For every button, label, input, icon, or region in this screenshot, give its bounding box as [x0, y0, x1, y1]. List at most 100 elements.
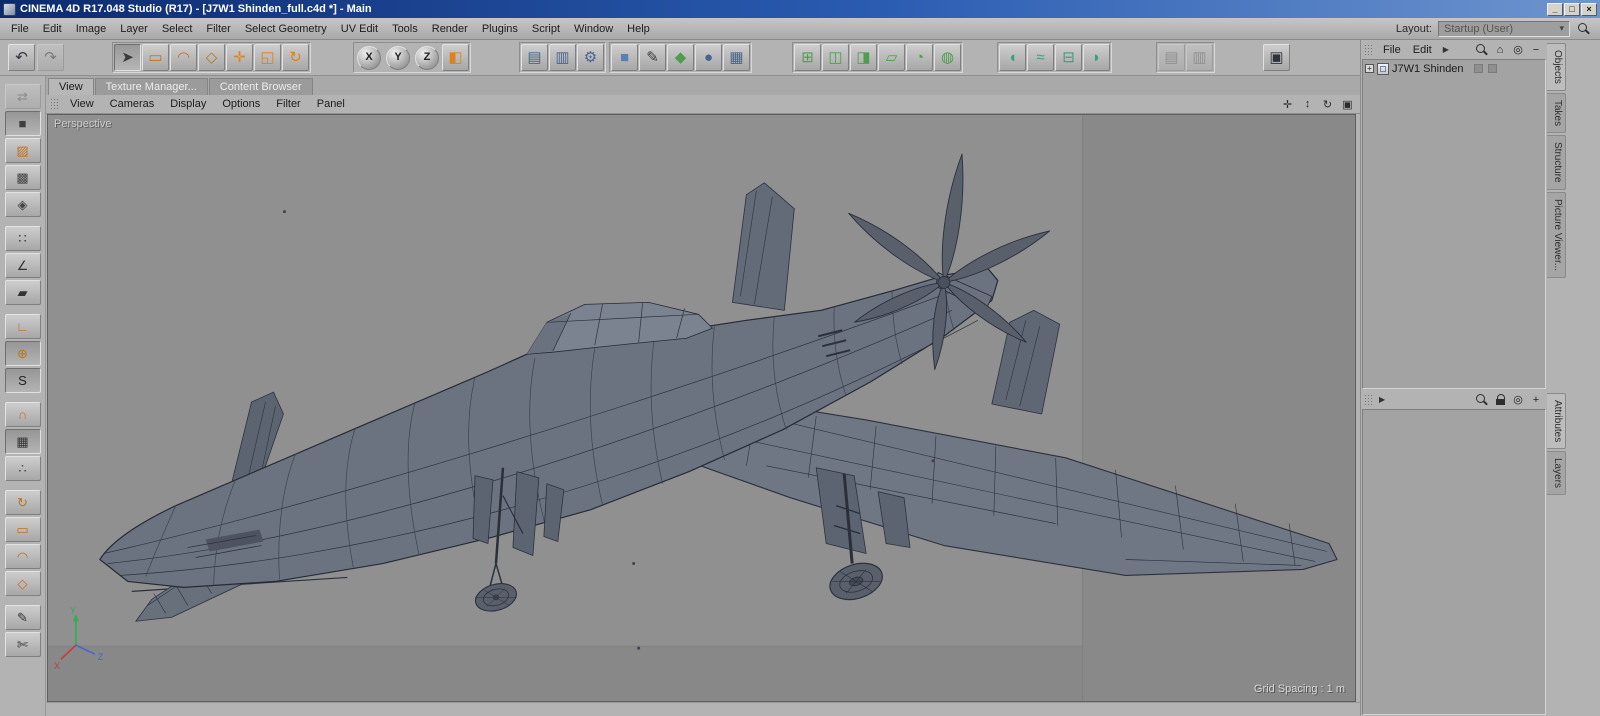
grid-snap-button[interactable]: ▦: [4, 429, 41, 454]
enable-axis-button[interactable]: ⊕: [4, 341, 41, 366]
tab-takes[interactable]: Takes: [1547, 92, 1566, 134]
camera-label[interactable]: Perspective: [54, 118, 111, 130]
panel-handle-icon[interactable]: [50, 98, 60, 110]
menu-item[interactable]: Render: [425, 20, 475, 38]
undo-button[interactable]: ↶: [8, 44, 35, 71]
viewport-canvas[interactable]: Y X Z: [48, 115, 1355, 701]
poly-select-button[interactable]: ◇: [4, 571, 41, 596]
tab-texture-manager[interactable]: Texture Manager...: [94, 78, 208, 95]
boole-button[interactable]: ◫: [822, 44, 849, 71]
floor-button[interactable]: ▦: [723, 44, 750, 71]
viewport-menu-item[interactable]: Options: [214, 96, 268, 112]
make-editable-button[interactable]: ⇄: [4, 84, 41, 109]
maximize-button[interactable]: □: [1564, 2, 1580, 16]
menu-item[interactable]: Filter: [199, 20, 237, 38]
lock-icon[interactable]: [1492, 392, 1508, 407]
rect-select-button[interactable]: ▭: [4, 517, 41, 542]
z-axis-lock-button[interactable]: Z: [415, 45, 439, 70]
subdivision-surface-button[interactable]: ◆: [667, 44, 694, 71]
tab-objects[interactable]: Objects: [1547, 43, 1566, 91]
rectangle-selection-tool[interactable]: ▭: [142, 44, 169, 71]
polygon-selection-tool[interactable]: ◇: [198, 44, 225, 71]
magnet-button[interactable]: ∩: [4, 402, 41, 427]
menu-item[interactable]: Image: [69, 20, 114, 38]
search-icon[interactable]: [1474, 42, 1490, 57]
menu-item[interactable]: Plugins: [475, 20, 525, 38]
workplane-button[interactable]: ◈: [4, 192, 41, 217]
viewport-panel-button[interactable]: ▣: [1263, 44, 1290, 71]
taper-deformer-button[interactable]: ◗: [1083, 44, 1110, 71]
move-tool[interactable]: ✛: [226, 44, 253, 71]
tab-picture-viewer[interactable]: Picture Viewer...: [1547, 191, 1566, 278]
symmetry-button[interactable]: ◨: [850, 44, 877, 71]
knife-button[interactable]: ✄: [4, 632, 41, 657]
polygons-mode-button[interactable]: ▰: [4, 280, 41, 305]
attribute-manager-body[interactable]: [1362, 409, 1546, 715]
more-menus-icon[interactable]: ▶: [1441, 45, 1451, 54]
commander-search-button[interactable]: [1576, 21, 1592, 36]
focus-icon[interactable]: ◎: [1510, 42, 1526, 57]
render-visibility-toggle[interactable]: [1488, 64, 1497, 73]
menu-item[interactable]: Window: [567, 20, 620, 38]
tab-layers[interactable]: Layers: [1547, 451, 1566, 496]
panel-handle-icon[interactable]: [1364, 43, 1374, 56]
x-axis-lock-button[interactable]: X: [357, 45, 381, 70]
tab-structure[interactable]: Structure: [1547, 135, 1566, 190]
snap-button[interactable]: S: [4, 368, 41, 393]
coordinate-system-button[interactable]: ◧: [442, 44, 469, 71]
tab-content-browser[interactable]: Content Browser: [208, 78, 313, 95]
bend-deformer-button[interactable]: ◖: [999, 44, 1026, 71]
new-panel-icon[interactable]: +: [1528, 392, 1544, 407]
redo-button[interactable]: ↷: [37, 44, 64, 71]
close-button[interactable]: ×: [1581, 2, 1597, 16]
connect-button[interactable]: ◍: [934, 44, 961, 71]
rotate-ring-button[interactable]: ↻: [4, 490, 41, 515]
tab-attributes[interactable]: Attributes: [1547, 393, 1566, 450]
visibility-toggle[interactable]: [1474, 64, 1483, 73]
instance-button[interactable]: ▱: [878, 44, 905, 71]
scale-tool[interactable]: ◱: [254, 44, 281, 71]
menu-item[interactable]: Help: [620, 20, 657, 38]
add-cube-button[interactable]: ■: [611, 44, 638, 71]
y-axis-lock-button[interactable]: Y: [386, 45, 410, 70]
quantize-button[interactable]: ∴: [4, 456, 41, 481]
menu-item[interactable]: Select Geometry: [238, 20, 334, 38]
edges-mode-button[interactable]: ∠: [4, 253, 41, 278]
workplane-toggle-button[interactable]: ▤: [1158, 44, 1185, 71]
points-mode-button[interactable]: ∷: [4, 226, 41, 251]
minimize-button[interactable]: _: [1547, 2, 1563, 16]
render-picture-viewer-button[interactable]: ▥: [549, 44, 576, 71]
minimize-icon[interactable]: −: [1528, 42, 1544, 57]
brush-button[interactable]: ✎: [4, 605, 41, 630]
viewport-menu-item[interactable]: Display: [162, 96, 214, 112]
render-settings-button[interactable]: ⚙: [577, 44, 604, 71]
lasso-selection-tool[interactable]: ◠: [170, 44, 197, 71]
pan-view-icon[interactable]: ✛: [1279, 97, 1296, 112]
object-manager-menu-item[interactable]: File: [1377, 42, 1407, 58]
home-icon[interactable]: ⌂: [1492, 42, 1508, 57]
spline-mask-button[interactable]: ◔: [906, 44, 933, 71]
ffd-deformer-button[interactable]: ⊟: [1055, 44, 1082, 71]
search-icon[interactable]: [1474, 392, 1490, 407]
rotate-tool[interactable]: ↻: [282, 44, 309, 71]
menu-item[interactable]: Tools: [385, 20, 425, 38]
object-label[interactable]: J7W1 Shinden: [1392, 63, 1464, 75]
object-manager-menu-item[interactable]: Edit: [1407, 42, 1438, 58]
lasso-select-button[interactable]: ◠: [4, 544, 41, 569]
layout-select[interactable]: Startup (User) ▾: [1438, 20, 1570, 37]
render-view-button[interactable]: ▤: [521, 44, 548, 71]
tab-view[interactable]: View: [48, 78, 94, 95]
texture-mode-button[interactable]: ▨: [4, 138, 41, 163]
panel-handle-icon[interactable]: [1364, 393, 1374, 406]
live-selection-tool[interactable]: ➤: [114, 44, 141, 71]
menu-item[interactable]: Script: [525, 20, 567, 38]
expand-icon[interactable]: +: [1365, 64, 1374, 73]
menu-item[interactable]: File: [4, 20, 36, 38]
spline-pen-button[interactable]: ✎: [639, 44, 666, 71]
more-menus-icon[interactable]: ▶: [1377, 395, 1387, 404]
twist-deformer-button[interactable]: ≈: [1027, 44, 1054, 71]
menu-item[interactable]: Edit: [36, 20, 69, 38]
zoom-view-icon[interactable]: ↕: [1299, 97, 1316, 112]
snap-settings-button[interactable]: ▥: [1186, 44, 1213, 71]
viewport[interactable]: Y X Z Perspective Grid Spacing : 1 m: [47, 114, 1356, 702]
